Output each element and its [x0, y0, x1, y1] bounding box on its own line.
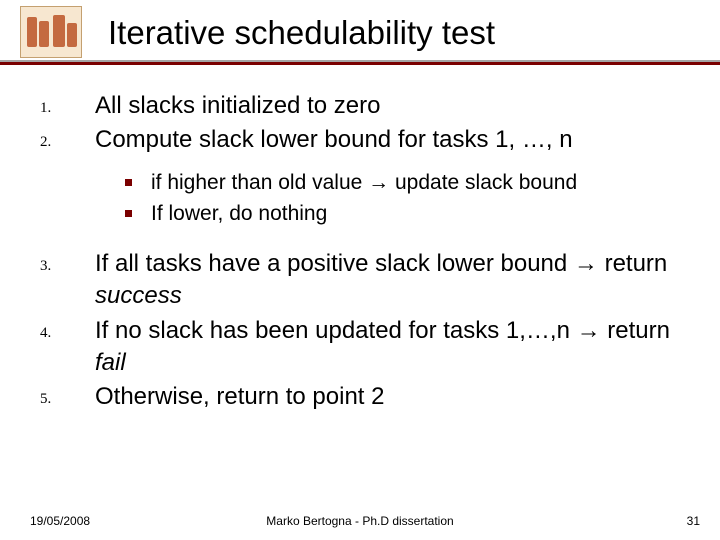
list-item-5: Otherwise, return to point 2 [40, 381, 690, 413]
footer-page: 31 [687, 514, 700, 528]
sub-list: if higher than old value → update slack … [95, 167, 690, 230]
list-item-5-text: Otherwise, return to point 2 [95, 383, 384, 410]
list-item-1: All slacks initialized to zero [40, 90, 690, 122]
list-item-1-text: All slacks initialized to zero [95, 92, 380, 119]
logo-image [20, 6, 82, 58]
sub-item-a-text: if higher than old value → update slack … [151, 171, 577, 194]
list-item-4: If no slack has been updated for tasks 1… [40, 315, 690, 380]
sub-item-b-text: If lower, do nothing [151, 202, 327, 225]
slide: Iterative schedulability test All slacks… [0, 0, 720, 540]
slide-title: Iterative schedulability test [108, 14, 495, 52]
list-item-3-text: If all tasks have a positive slack lower… [95, 250, 667, 277]
list-item-4-text: If no slack has been updated for tasks 1… [95, 317, 670, 344]
numbered-list: All slacks initialized to zero Compute s… [40, 90, 690, 414]
footer: 19/05/2008 Marko Bertogna - Ph.D dissert… [0, 508, 720, 528]
list-item-2: Compute slack lower bound for tasks 1, …… [40, 124, 690, 229]
sub-item-b: If lower, do nothing [95, 198, 690, 230]
content-area: All slacks initialized to zero Compute s… [40, 90, 690, 416]
list-item-2-text: Compute slack lower bound for tasks 1, …… [95, 126, 573, 153]
list-item-4-em: fail [95, 349, 126, 376]
list-item-3: If all tasks have a positive slack lower… [40, 248, 690, 313]
list-item-3-em: success [95, 282, 182, 309]
footer-author: Marko Bertogna - Ph.D dissertation [0, 514, 720, 528]
title-underline [0, 60, 720, 66]
sub-item-a: if higher than old value → update slack … [95, 167, 690, 199]
